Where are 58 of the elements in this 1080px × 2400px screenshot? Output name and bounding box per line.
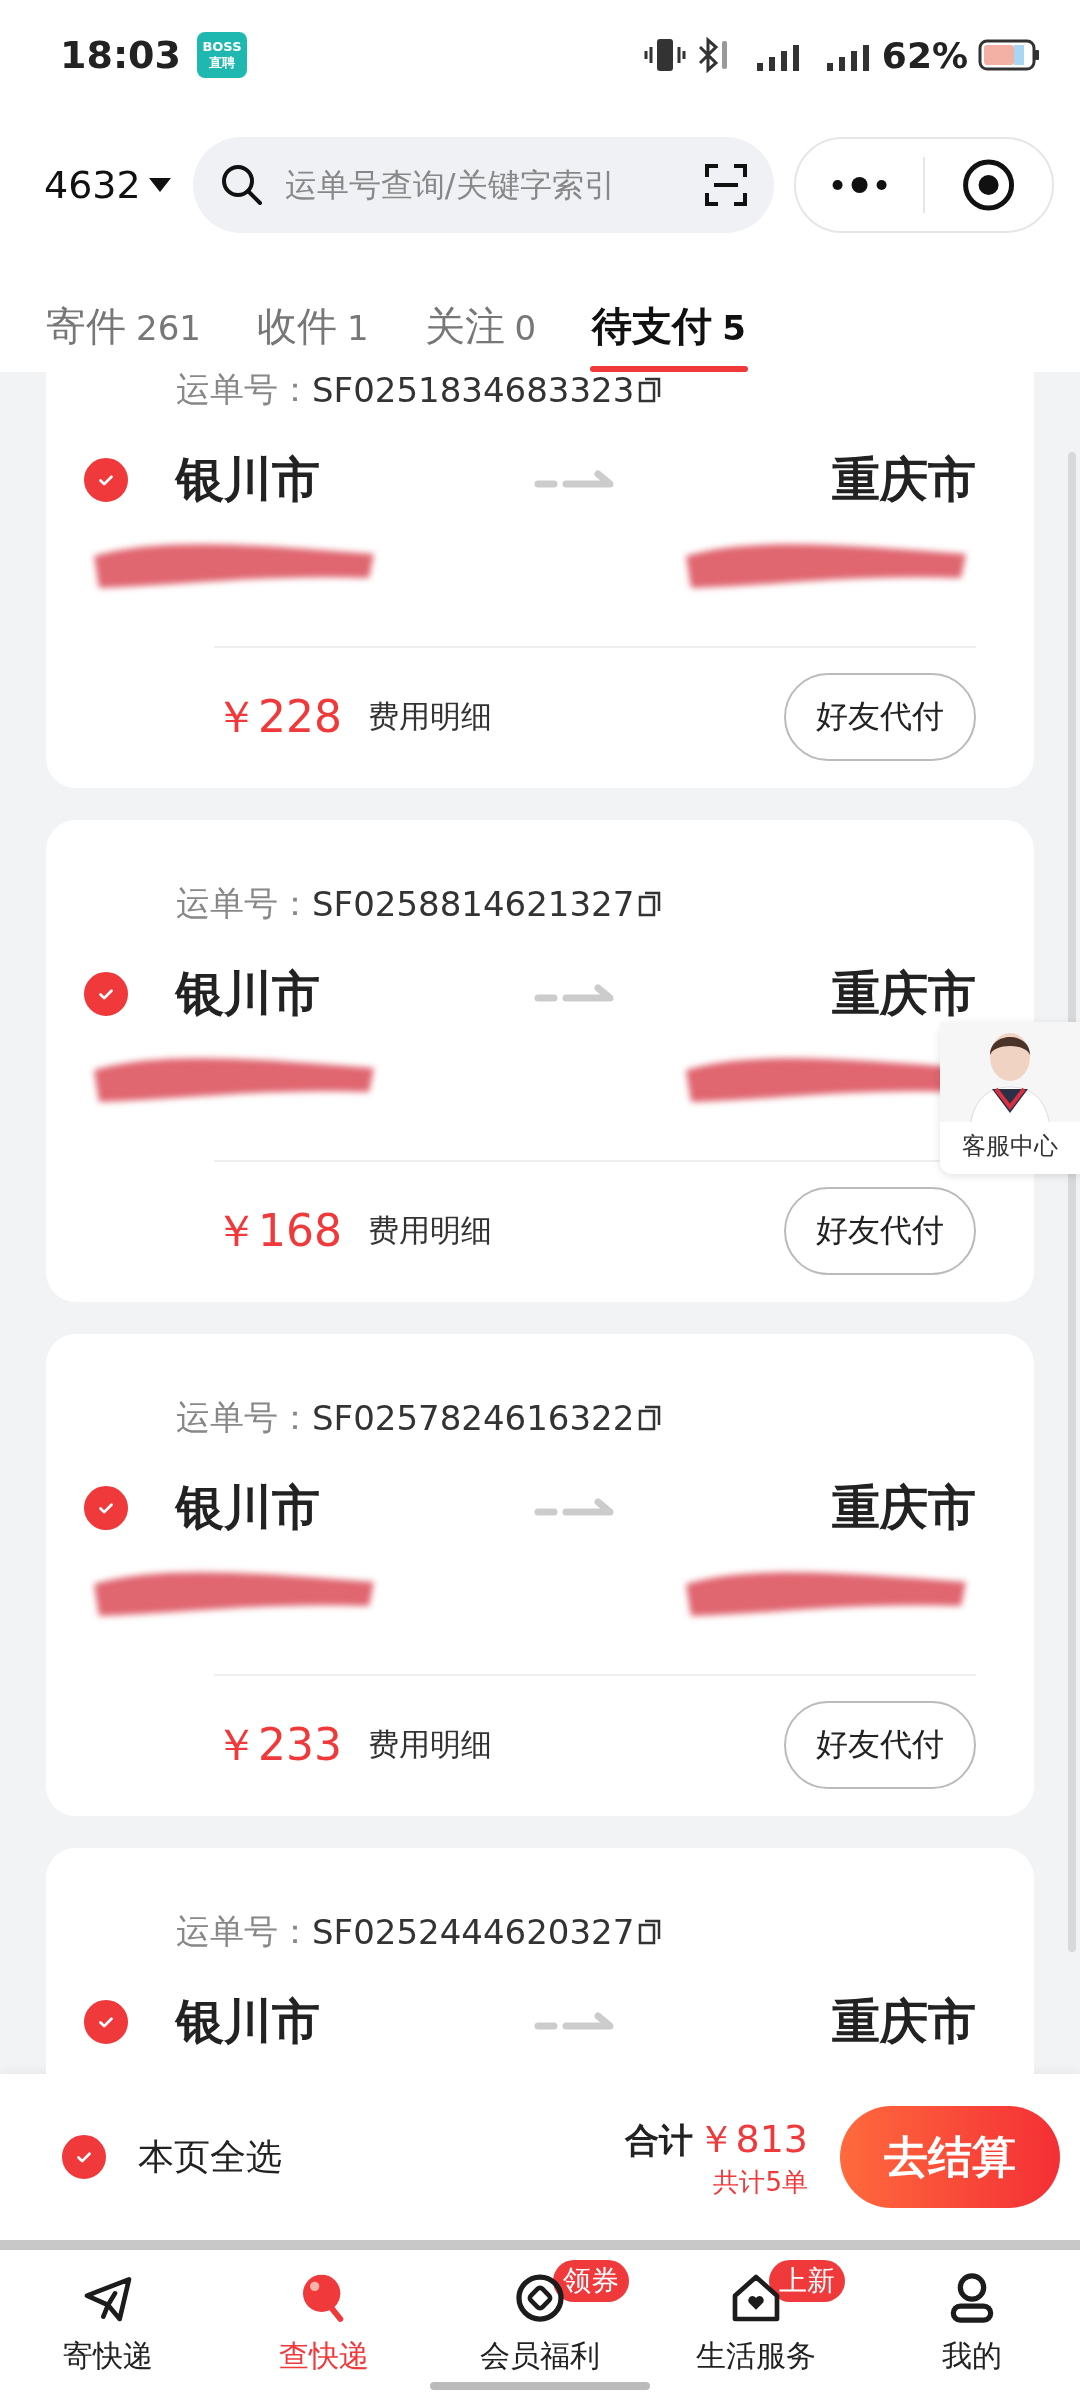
checkbox[interactable] [84, 972, 128, 1016]
friend-pay-button[interactable]: 好友代付 [784, 1701, 976, 1789]
checkbox[interactable] [84, 2000, 128, 2044]
waybill-number: SF0258814621327 [312, 884, 635, 924]
select-all-checkbox[interactable] [62, 2135, 106, 2179]
friend-pay-button[interactable]: 好友代付 [784, 1187, 976, 1275]
nav-item[interactable]: 寄快递 [57, 2250, 159, 2400]
search-field[interactable]: 运单号查询/关键字索引 [192, 137, 774, 233]
origin-city: 银川市 [176, 964, 320, 1023]
search-input[interactable]: 运单号查询/关键字索引 [282, 165, 686, 205]
waybill-number: SF0257824616322 [312, 1398, 635, 1438]
waybill-label: 运单号： [176, 372, 312, 411]
select-all-label: 本页全选 [138, 2134, 282, 2179]
battery-percent: 62% [881, 34, 968, 76]
destination-city: 重庆市 [832, 1478, 976, 1537]
price: ￥168 [214, 1203, 342, 1258]
nav-item[interactable]: 我的 [936, 2250, 1008, 2400]
tab[interactable]: 寄件 261 [46, 299, 201, 372]
price: ￥233 [214, 1717, 342, 1772]
origin-city: 银川市 [176, 1992, 320, 2051]
copy-icon[interactable] [638, 891, 663, 917]
origin-city: 银川市 [176, 1478, 320, 1537]
destination-city: 重庆市 [832, 964, 976, 1023]
tab[interactable]: 收件 1 [256, 299, 369, 372]
fee-details-link[interactable]: 费用明细 [368, 1724, 492, 1766]
friend-pay-button[interactable]: 好友代付 [784, 673, 976, 761]
app-badge: BOSS 直聘 [196, 32, 247, 78]
waybill-number: SF0251834683323 [312, 372, 635, 410]
copy-icon[interactable] [638, 1405, 663, 1431]
destination-city: 重庆市 [832, 1992, 976, 2051]
total-amount: ￥813 [697, 2116, 808, 2163]
waybill-label: 运单号： [176, 1910, 312, 1953]
account-selector[interactable]: 4632 [44, 163, 173, 207]
scan-icon[interactable] [703, 163, 748, 207]
waybill-label: 运单号： [176, 882, 312, 925]
fee-details-link[interactable]: 费用明细 [368, 1210, 492, 1252]
order-count: 共计5单 [713, 2166, 808, 2199]
origin-city: 银川市 [176, 450, 320, 509]
checkbox[interactable] [84, 458, 128, 502]
price: ￥228 [214, 689, 342, 744]
total-label: 合计 [625, 2119, 694, 2162]
waybill-label: 运单号： [176, 1396, 312, 1439]
customer-service-button[interactable]: 客服中心 [940, 1022, 1080, 1174]
status-time: 18:03 [60, 33, 181, 77]
copy-icon[interactable] [638, 1919, 663, 1945]
nav-badge: 领券 [552, 2260, 629, 2302]
copy-icon[interactable] [638, 377, 663, 403]
waybill-number: SF0252444620327 [312, 1912, 635, 1952]
tab[interactable]: 关注 0 [424, 299, 537, 372]
nav-item[interactable]: 查快递 [273, 2250, 375, 2400]
customer-service-label: 客服中心 [962, 1131, 1058, 1162]
tab[interactable]: 待支付 5 [592, 299, 746, 372]
fee-details-link[interactable]: 费用明细 [368, 696, 492, 738]
battery-icon [978, 39, 1040, 71]
nav-badge: 上新 [768, 2260, 845, 2302]
vibrate-icon [643, 37, 686, 73]
checkbox[interactable] [84, 1486, 128, 1530]
destination-city: 重庆市 [832, 450, 976, 509]
